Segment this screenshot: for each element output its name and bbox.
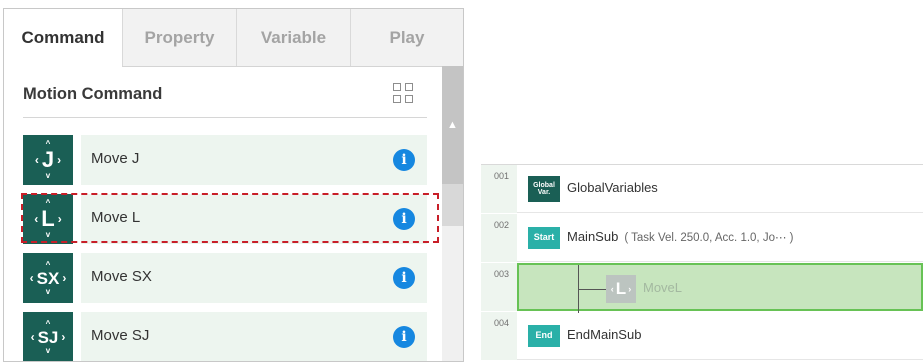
command-label: Move SJ [91, 327, 150, 344]
script-line-1[interactable]: 001 Global Var. GlobalVariables [481, 165, 923, 213]
line-number: 001 [481, 165, 517, 213]
move-sx-icon: ‹ ^ SX v › [23, 253, 73, 303]
info-icon[interactable]: i [393, 149, 415, 171]
command-item-move-sx[interactable]: ‹ ^ SX v › Move SX i [23, 253, 427, 303]
end-icon: End [528, 325, 560, 347]
script-line-text: EndMainSub [567, 327, 642, 342]
tab-command[interactable]: Command [4, 9, 122, 67]
scroll-thumb[interactable] [442, 184, 463, 226]
line-number: 002 [481, 214, 517, 262]
selection-highlight [21, 193, 439, 243]
tree-connector [578, 289, 606, 290]
script-line-text: MoveL [643, 280, 683, 295]
script-line-4[interactable]: 004 End EndMainSub [481, 312, 923, 360]
script-line-3[interactable]: 003 ‹ L › MoveL [481, 263, 923, 313]
script-line-2[interactable]: 002 Start MainSub( Task Vel. 250.0, Acc.… [481, 214, 923, 262]
start-icon: Start [528, 227, 560, 249]
command-panel: Command Property Variable Play Motion Co… [3, 8, 464, 362]
section-title: Motion Command [23, 85, 163, 103]
line-number: 003 [481, 263, 517, 311]
command-label: Move J [91, 150, 140, 167]
move-j-icon: ‹ ^ Jv › [23, 135, 73, 185]
scroll-up-icon[interactable]: ▲ [442, 66, 463, 184]
vertical-scrollbar[interactable]: ▲ [442, 66, 463, 361]
line-number: 004 [481, 312, 517, 360]
global-var-icon: Global Var. [528, 176, 560, 202]
script-editor: 001 Global Var. GlobalVariables 002 Star… [481, 164, 923, 361]
grid-view-icon[interactable] [393, 83, 415, 105]
script-line-text: GlobalVariables [567, 180, 658, 195]
command-label: Move SX [91, 268, 152, 285]
info-icon[interactable]: i [393, 326, 415, 348]
command-item-move-j[interactable]: ‹ ^ Jv › Move J i [23, 135, 427, 185]
tab-property[interactable]: Property [122, 9, 236, 66]
command-item-move-sj[interactable]: ‹ ^ SJ v › Move SJ i [23, 312, 427, 361]
panel-tabs: Command Property Variable Play [4, 9, 463, 67]
tab-play[interactable]: Play [350, 9, 463, 66]
tab-variable[interactable]: Variable [236, 9, 350, 66]
move-l-icon: ‹ L › [606, 275, 636, 303]
move-sj-icon: ‹ ^ SJ v › [23, 312, 73, 361]
section-divider [23, 117, 427, 118]
script-line-detail: ( Task Vel. 250.0, Acc. 1.0, Jo⋯ ) [624, 232, 794, 244]
info-icon[interactable]: i [393, 267, 415, 289]
script-line-text: MainSub( Task Vel. 250.0, Acc. 1.0, Jo⋯ … [567, 229, 794, 244]
